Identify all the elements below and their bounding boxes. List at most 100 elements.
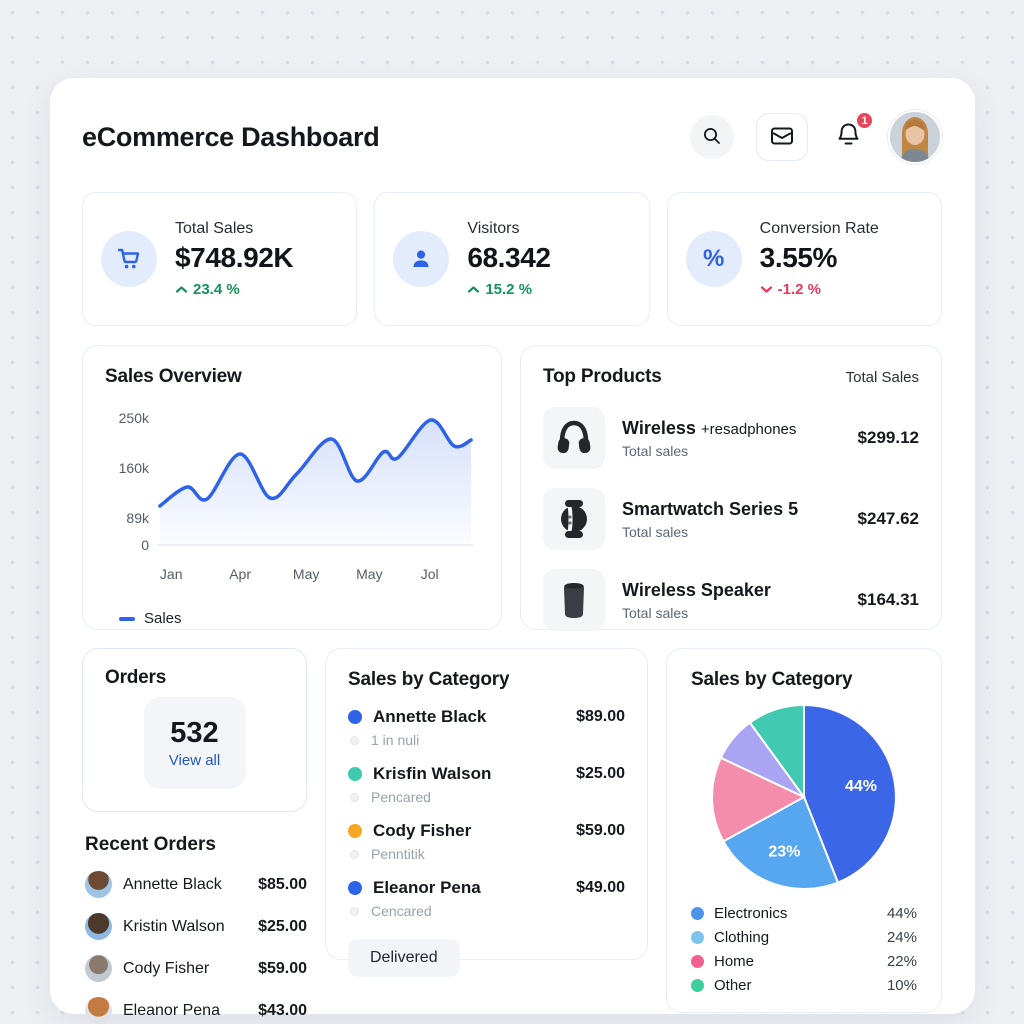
y-tick: 0 (111, 537, 149, 553)
caret-down-icon (760, 281, 773, 298)
mail-icon (770, 125, 794, 150)
sales-by-category-pie-card: Sales by Category 44% 23% Electronics 44%… (666, 648, 942, 1013)
header-actions: 1 (690, 110, 942, 164)
category-row: Cody Fisher $59.00 Penntitik (348, 821, 625, 862)
x-tick: May (293, 566, 319, 582)
stat-card-visitors: Visitors 68.342 15.2 % (374, 192, 649, 326)
product-price: $247.62 (858, 509, 919, 529)
category-dot-icon (348, 881, 362, 895)
stat-change: 15.2 % (467, 281, 550, 298)
notification-badge: 1 (855, 111, 874, 130)
top-products-title: Top Products (543, 366, 662, 388)
customer-avatar (85, 997, 112, 1024)
sales-line-chart: 250k 160k 89k 0 (105, 396, 479, 596)
category-dot-icon (348, 767, 362, 781)
x-tick: Jan (160, 566, 183, 582)
pie-legend: Electronics 44% Clothing 24% Home 22% Ot… (691, 905, 917, 994)
percent-icon: % (686, 231, 742, 287)
top-products-card: Top Products Total Sales Wireless +resad… (520, 345, 942, 630)
product-row-headphones[interactable]: Wireless +resadphones Total sales $299.1… (543, 407, 919, 469)
sub-dot-icon (350, 793, 359, 802)
stat-card-total-sales: Total Sales $748.92K 23.4 % (82, 192, 357, 326)
notifications-button[interactable]: 1 (830, 117, 866, 157)
y-tick: 250k (111, 410, 149, 426)
view-all-link[interactable]: View all (169, 752, 220, 769)
speaker-image (543, 569, 605, 631)
sales-overview-card: Sales Overview 250k 160k 89k 0 (82, 345, 502, 630)
pie-legend-row: Clothing 24% (691, 929, 917, 946)
recent-order-row[interactable]: Eleanor Pena $43.00 (85, 997, 307, 1024)
customer-avatar (85, 871, 112, 898)
orders-summary-tile: 532 View all (144, 697, 246, 789)
search-button[interactable] (690, 115, 734, 159)
stat-value: $748.92K (175, 242, 293, 274)
dashboard-window: eCommerce Dashboard 1 (50, 78, 975, 1014)
product-row-smartwatch[interactable]: Smartwatch Series 5 Total sales $247.62 (543, 488, 919, 550)
user-avatar[interactable] (888, 110, 942, 164)
search-icon (702, 126, 722, 149)
stat-label: Conversion Rate (760, 220, 879, 238)
category-list-title: Sales by Category (348, 669, 625, 691)
user-icon (393, 231, 449, 287)
recent-order-row[interactable]: Annette Black $85.00 (85, 871, 307, 898)
sub-dot-icon (350, 850, 359, 859)
recent-order-row[interactable]: Cody Fisher $59.00 (85, 955, 307, 982)
orders-count: 532 (170, 717, 218, 750)
stat-label: Total Sales (175, 220, 293, 238)
sales-by-category-list-card: Sales by Category Annette Black $89.00 1… (325, 648, 648, 960)
stat-change: 23.4 % (175, 281, 293, 298)
chart-legend: Sales (119, 610, 479, 627)
category-pie-title: Sales by Category (691, 669, 917, 691)
stat-card-conversion-rate: % Conversion Rate 3.55% -1.2 % (667, 192, 942, 326)
orders-title: Orders (105, 667, 284, 689)
cart-icon (101, 231, 157, 287)
smartwatch-image (543, 488, 605, 550)
product-price: $299.12 (858, 428, 919, 448)
pie-legend-row: Home 22% (691, 953, 917, 970)
sub-dot-icon (350, 907, 359, 916)
legend-dot-icon (691, 931, 704, 944)
page-title: eCommerce Dashboard (82, 122, 379, 153)
stat-label: Visitors (467, 220, 550, 238)
recent-orders-section: Recent Orders Annette Black $85.00 Krist… (82, 834, 307, 1024)
y-tick: 89k (111, 510, 149, 526)
legend-dot-icon (691, 955, 704, 968)
x-tick: Apr (229, 566, 251, 582)
caret-up-icon (467, 281, 480, 298)
recent-order-row[interactable]: Kristin Walson $25.00 (85, 913, 307, 940)
category-row: Annette Black $89.00 1 in nuli (348, 707, 625, 748)
stat-value: 68.342 (467, 242, 550, 274)
x-tick: May (356, 566, 382, 582)
header: eCommerce Dashboard 1 (82, 104, 942, 170)
y-tick: 160k (111, 460, 149, 476)
caret-up-icon (175, 281, 188, 298)
legend-dot-icon (691, 979, 704, 992)
pie-legend-row: Electronics 44% (691, 905, 917, 922)
customer-avatar (85, 913, 112, 940)
sales-overview-title: Sales Overview (105, 366, 479, 388)
sub-dot-icon (350, 736, 359, 745)
product-price: $164.31 (858, 590, 919, 610)
pie-legend-row: Other 10% (691, 977, 917, 994)
stat-value: 3.55% (760, 242, 879, 274)
svg-text:44%: 44% (845, 778, 877, 795)
legend-dash-icon (119, 617, 135, 621)
category-pie-chart: 44% 23% (691, 701, 917, 893)
orders-card: Orders 532 View all (82, 648, 307, 812)
headphones-image (543, 407, 605, 469)
legend-dot-icon (691, 907, 704, 920)
stat-change: -1.2 % (760, 281, 879, 298)
customer-avatar (85, 955, 112, 982)
messages-button[interactable] (756, 113, 808, 161)
category-dot-icon (348, 710, 362, 724)
total-sales-column-label: Total Sales (846, 369, 919, 386)
category-row: Eleanor Pena $49.00 Cencared (348, 878, 625, 919)
category-dot-icon (348, 824, 362, 838)
stats-row: Total Sales $748.92K 23.4 % Visitors 68.… (82, 192, 942, 326)
category-row: Krisfin Walson $25.00 Pencared (348, 764, 625, 805)
delivered-button[interactable]: Delivered (348, 939, 460, 977)
product-row-speaker[interactable]: Wireless Speaker Total sales $164.31 (543, 569, 919, 631)
x-tick: Jol (421, 566, 439, 582)
recent-orders-title: Recent Orders (85, 834, 307, 856)
svg-text:23%: 23% (768, 844, 800, 861)
